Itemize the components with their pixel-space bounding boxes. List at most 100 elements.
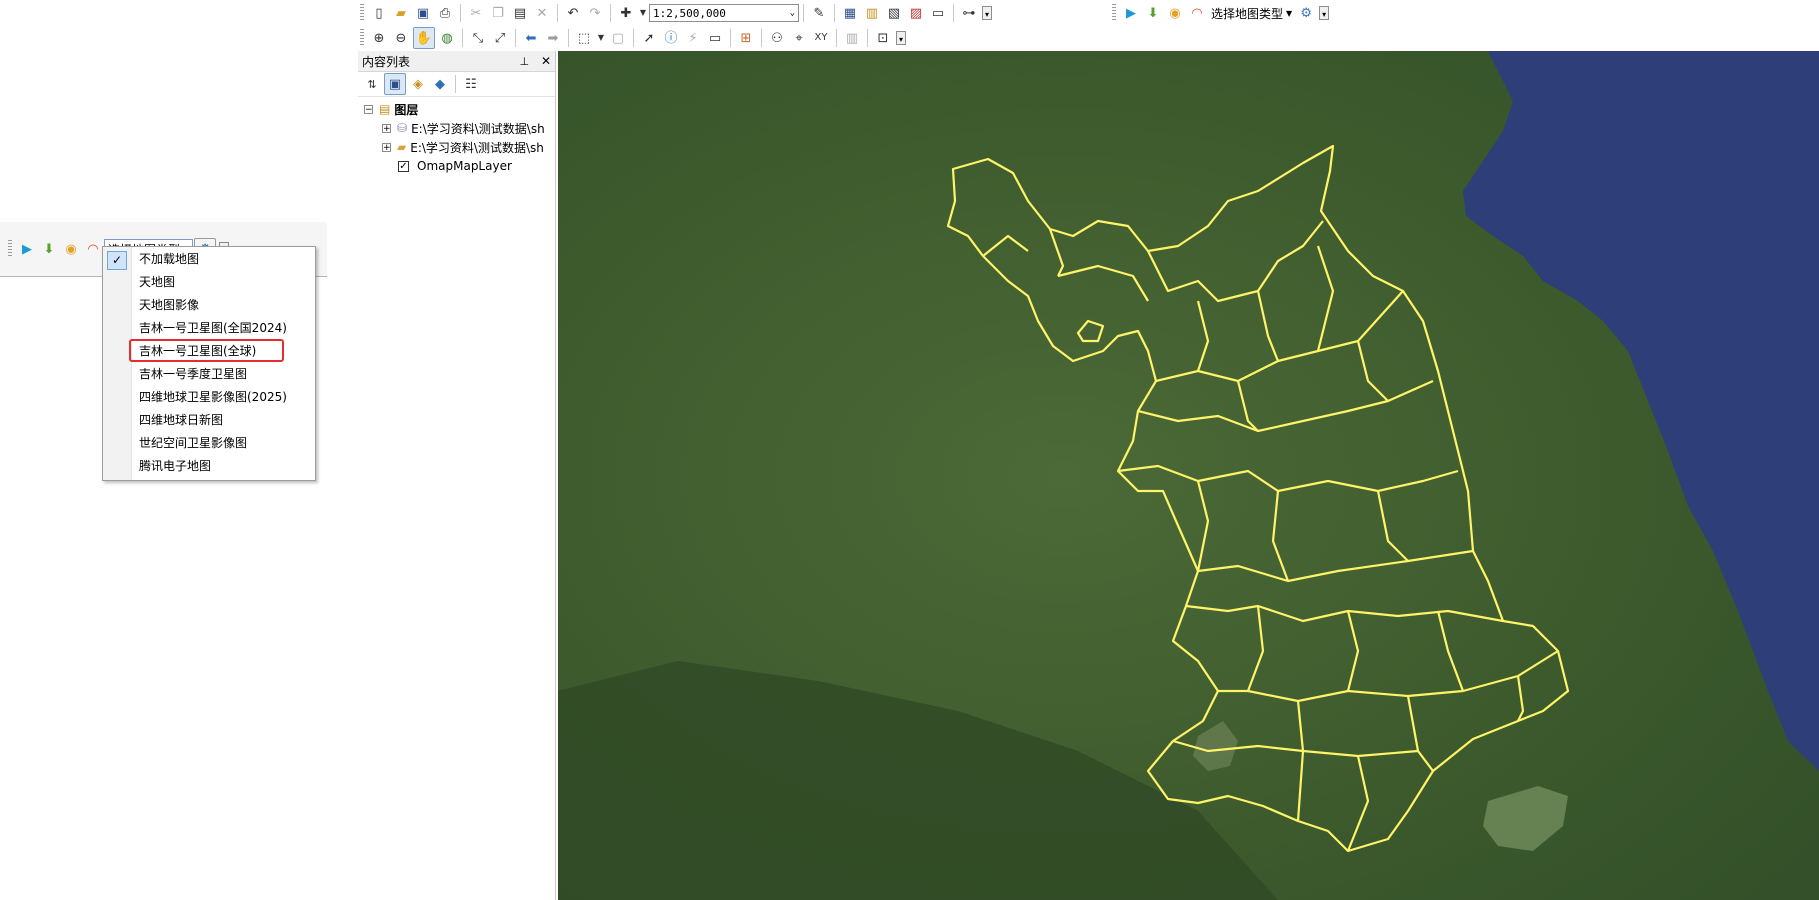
menu-icon-gutter [103,247,132,480]
print-icon[interactable]: ⎙ [435,3,455,23]
time-slider-icon[interactable]: ▥ [842,28,862,48]
go-forward-icon[interactable]: ➡ [543,28,563,48]
menu-item[interactable]: 吉林一号卫星图(全球) [139,340,256,362]
separator [761,29,762,47]
pin-icon[interactable]: ⊥ [520,55,530,68]
list-by-drawing-order-icon[interactable]: ⇅ [362,74,382,94]
fixed-zoom-out-icon[interactable]: ⤢ [490,28,510,48]
toolbar-grip[interactable] [360,29,364,47]
menu-item[interactable]: 天地图 [139,271,175,293]
toc-layer-row[interactable]: + ▰ E:\学习资料\测试数据\sh [382,138,544,156]
map-type-dropdown[interactable]: 选择地图类型 ▼ [1208,4,1295,22]
separator [633,29,634,47]
rainbow-icon[interactable]: ◠ [83,239,103,259]
measure-icon[interactable]: ⊞ [736,28,756,48]
redo-icon[interactable]: ↷ [585,3,605,23]
menu-item[interactable]: 四维地球卫星影像图(2025) [139,386,287,408]
toc-layer-row[interactable]: ✓ OmapMapLayer [398,157,512,175]
copy-icon[interactable]: ❐ [488,3,508,23]
toc-root-label: 图层 [394,102,419,117]
toolbar-overflow-icon[interactable]: ▾ [896,31,906,45]
play-icon[interactable]: ▶ [1121,3,1141,23]
toolbar-grip[interactable] [360,4,364,22]
list-by-selection-icon[interactable]: ◆ [430,74,450,94]
go-back-icon[interactable]: ⬅ [521,28,541,48]
color-wheel-icon[interactable]: ◉ [61,239,81,259]
menu-item[interactable]: 四维地球日新图 [139,409,223,431]
toolbar-overflow-icon[interactable]: ▾ [982,6,992,20]
new-document-icon[interactable]: ▯ [369,3,389,23]
save-icon[interactable]: ▣ [413,3,433,23]
add-data-icon[interactable]: ✚ [616,3,636,23]
list-by-visibility-icon[interactable]: ◈ [408,74,428,94]
tools-toolbar: ⊕ ⊖ ✋ ◍ ⤡ ⤢ ⬅ ➡ ⬚ ▼ ▢ ➚ ⓘ ⚡ ▭ ⊞ ⚇ ⌖ XY ▥… [360,25,906,51]
editor-toolbar-icon[interactable]: ✎ [809,3,829,23]
rainbow-icon[interactable]: ◠ [1187,3,1207,23]
pan-icon[interactable]: ✋ [413,27,435,49]
close-icon[interactable]: ✕ [541,54,551,68]
toc-toolbar: ⇅ ▣ ◈ ◆ ☷ [358,72,555,97]
cut-icon[interactable]: ✂ [466,3,486,23]
arctoolbox-icon[interactable]: ▨ [906,3,926,23]
separator [867,29,868,47]
chevron-down-icon[interactable]: ▼ [638,3,648,23]
toolbar-grip[interactable] [8,240,12,258]
full-extent-icon[interactable]: ◍ [437,28,457,48]
menu-item[interactable]: 吉林一号季度卫星图 [139,363,247,385]
python-window-icon[interactable]: ▭ [928,3,948,23]
toc-root-layers[interactable]: − ▤ 图层 [364,100,418,118]
map-type-toolbar: ▶ ⬇ ◉ ◠ 选择地图类型 ▼ ⚙ ▾ [1112,0,1330,26]
separator [557,4,558,22]
delete-icon[interactable]: ✕ [532,3,552,23]
viewer-window-icon[interactable]: ⊡ [873,28,893,48]
toolbar-overflow-icon[interactable]: ▾ [1319,6,1330,20]
toolbar-grip[interactable] [1112,4,1116,22]
hyperlink-icon[interactable]: ⚡ [683,28,703,48]
toc-header: 内容列表 ⊥ ✕ [358,51,555,72]
list-by-source-icon[interactable]: ▣ [384,73,406,95]
toc-header-buttons: ⊥ ✕ [520,54,551,68]
map-view[interactable] [558,51,1819,900]
model-builder-icon[interactable]: ⊶ [959,3,979,23]
find-route-icon[interactable]: ⌖ [789,28,809,48]
download-icon[interactable]: ⬇ [1143,3,1163,23]
menu-item[interactable]: 吉林一号卫星图(全国2024) [139,317,287,339]
satellite-map [558,51,1819,900]
catalog-icon[interactable]: ▥ [862,3,882,23]
html-popup-icon[interactable]: ▭ [705,28,725,48]
settings-icon[interactable]: ⚙ [1296,3,1316,23]
zoom-out-icon[interactable]: ⊖ [391,28,411,48]
clear-selection-icon[interactable]: ▢ [608,28,628,48]
menu-item[interactable]: 不加载地图 [139,248,199,270]
select-features-icon[interactable]: ⬚ [574,28,594,48]
undo-icon[interactable]: ↶ [563,3,583,23]
download-icon[interactable]: ⬇ [39,239,59,259]
layer-visibility-checkbox[interactable]: ✓ [398,160,409,172]
identify-icon[interactable]: ⓘ [661,28,681,48]
paste-icon[interactable]: ▤ [510,3,530,23]
go-to-xy-icon[interactable]: XY [811,28,831,48]
separator [462,29,463,47]
find-icon[interactable]: ⚇ [767,28,787,48]
standard-toolbar: ▯ ▰ ▣ ⎙ ✂ ❐ ▤ ✕ ↶ ↷ ✚ ▼ 1:2,500,000 ⌄ ✎ … [360,0,992,26]
zoom-in-icon[interactable]: ⊕ [369,28,389,48]
menu-item[interactable]: 天地图影像 [139,294,199,316]
play-icon[interactable]: ▶ [17,239,37,259]
search-window-icon[interactable]: ▧ [884,3,904,23]
expand-icon[interactable]: + [382,123,391,133]
toc-layer-row[interactable]: + ⛁ E:\学习资料\测试数据\sh [382,119,545,137]
separator [953,4,954,22]
menu-item[interactable]: 腾讯电子地图 [139,455,211,477]
open-folder-icon[interactable]: ▰ [391,3,411,23]
color-wheel-icon[interactable]: ◉ [1165,3,1185,23]
separator [515,29,516,47]
collapse-icon[interactable]: − [364,104,373,114]
chevron-down-icon[interactable]: ▼ [596,28,606,48]
fixed-zoom-in-icon[interactable]: ⤡ [468,28,488,48]
options-icon[interactable]: ☷ [461,74,481,94]
expand-icon[interactable]: + [382,142,391,152]
table-icon[interactable]: ▦ [840,3,860,23]
menu-item[interactable]: 世纪空间卫星影像图 [139,432,247,454]
map-scale-select[interactable]: 1:2,500,000 ⌄ [649,4,799,22]
select-elements-icon[interactable]: ➚ [639,28,659,48]
